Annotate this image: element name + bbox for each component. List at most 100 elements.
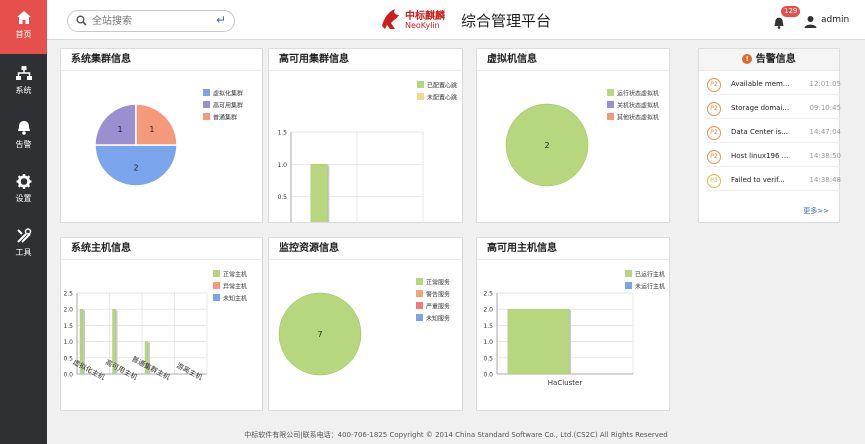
slice-value-label: 7 <box>317 330 322 339</box>
panel-title: 系统主机信息 <box>61 238 262 260</box>
pie-chart: 2 运行状态虚拟机关机状态虚拟机其他状态虚拟机 <box>505 89 659 187</box>
y-tick-label: 2.0 <box>483 307 493 314</box>
y-tick-label: 1.5 <box>63 323 73 330</box>
alert-time: 14:38:50 <box>809 152 841 160</box>
ha-cluster-panel: 高可用集群信息 0.00.51.01.5已运行集群未运行集群已配置心跳未配置心跳 <box>268 48 463 223</box>
more-link[interactable]: 更多>> <box>803 206 829 216</box>
slice-value-label: 1 <box>149 125 154 134</box>
alert-text: Available mem... <box>731 80 790 88</box>
bell-icon <box>774 17 784 29</box>
legend-item: 虚拟化集群 <box>203 89 243 98</box>
priority-icon: P2 <box>707 78 721 92</box>
alert-row[interactable]: P2 Available mem... 12:01:05 <box>707 75 841 95</box>
alert-row[interactable]: P2 Host linux196 ... 14:38:50 <box>707 147 841 167</box>
gear-icon <box>16 174 31 189</box>
legend-swatch <box>625 270 632 277</box>
monitor-panel: 监控资源信息 7 正常服务 警告服务 严重服务 未知服务 <box>268 237 463 411</box>
legend-swatch <box>213 294 220 301</box>
legend-label: 已运行主机 <box>635 271 665 279</box>
legend-item: 未知服务 <box>416 314 450 323</box>
nav-label: 告警 <box>15 140 32 149</box>
user-menu[interactable]: admin <box>804 14 854 30</box>
priority-icon: P2 <box>707 150 721 164</box>
alert-text: Host linux196 ... <box>731 152 789 160</box>
alerts-panel: ! 告警信息 P2 Available mem... 12:01:05 P2 Stora… <box>698 48 841 223</box>
bar[interactable] <box>507 309 570 375</box>
legend-swatch <box>625 282 632 289</box>
notification-badge: 129 <box>781 6 801 17</box>
pie-chart: 7 正常服务警告服务严重服务未知服务 <box>278 278 450 376</box>
y-tick-label: 2.0 <box>63 307 73 314</box>
legend-item: 异常主机 <box>213 282 247 291</box>
enter-icon[interactable]: ↵ <box>216 13 226 27</box>
legend-label: 已配置心跳 <box>427 82 457 90</box>
nav-settings[interactable]: 设置 <box>0 164 47 218</box>
bar[interactable] <box>310 164 328 222</box>
legend-swatch <box>416 302 423 309</box>
search-box[interactable]: ↵ <box>67 10 235 32</box>
alert-icon: ! <box>742 54 753 64</box>
alert-text: Storage domai... <box>731 104 790 112</box>
username: admin <box>821 15 850 25</box>
alert-time: 09:10:45 <box>809 104 841 112</box>
y-tick-label: 2.5 <box>483 291 493 298</box>
legend-swatch <box>213 270 220 277</box>
footer: 中标软件有限公司|联系电话：400-706-1825 Copyright © 2… <box>244 431 668 439</box>
y-tick-label: 2.5 <box>63 291 73 298</box>
legend-swatch <box>607 89 614 96</box>
pie-slice[interactable] <box>135 103 178 146</box>
bar-chart: 0.00.51.01.52.02.5虚拟化主机高可用主机普通集群主机 游离主机正常… <box>63 270 247 382</box>
y-tick-label: 1.0 <box>483 339 493 346</box>
alert-time: 14:38:48 <box>809 176 841 184</box>
home-icon <box>16 11 31 24</box>
legend-label: 未知主机 <box>223 295 247 303</box>
y-tick-label: 0.5 <box>483 355 493 362</box>
bar-chart: 0.0 0.5 1.0 1.5 2.0 2.5 HaCluster 已运行主机未运行主机 <box>483 270 665 387</box>
alert-text: Failed to verif... <box>731 176 785 184</box>
page-title: 综合管理平台 <box>461 12 552 30</box>
legend-item: 关机状态虚拟机 <box>607 101 659 110</box>
y-tick-label: 0.0 <box>63 372 73 379</box>
nav-label: 系统 <box>15 86 32 95</box>
nav-alarm[interactable]: 告警 <box>0 110 47 164</box>
y-tick-label: 1.0 <box>63 339 73 346</box>
nav-system[interactable]: 系统 <box>0 56 47 110</box>
legend-swatch <box>203 89 210 96</box>
priority-icon: P2 <box>707 126 721 140</box>
sitemap-icon <box>15 66 32 80</box>
legend-item: 普通集群 <box>203 113 237 122</box>
nav-tools[interactable]: 工具 <box>0 218 47 272</box>
slice-value-label: 1 <box>118 125 123 134</box>
panel-title: 高可用主机信息 <box>477 238 669 260</box>
bell-icon <box>17 121 30 135</box>
vm-info-panel: 虚拟机信息 2 运行状态虚拟机关机状态虚拟机其他状态虚拟机 <box>476 48 670 223</box>
slice-value-label: 2 <box>544 141 549 150</box>
legend-label: 正常主机 <box>223 271 247 279</box>
priority-icon: P2 <box>707 102 721 116</box>
alerts-header: ! 告警信息 <box>699 49 839 71</box>
legend-swatch <box>607 113 614 120</box>
alert-row[interactable]: P2 Data Center is... 14:47:04 <box>707 123 841 143</box>
legend-swatch <box>203 101 210 108</box>
kylin-logo-icon <box>382 9 399 29</box>
user-icon <box>804 16 817 28</box>
alert-text: Data Center is... <box>731 128 788 136</box>
pie-slice[interactable] <box>94 103 137 146</box>
y-tick-label: 0.5 <box>63 355 73 362</box>
alert-row[interactable]: P2 Storage domai... 09:10:45 <box>707 99 841 119</box>
legend-swatch <box>416 314 423 321</box>
legend-item: 已运行主机 <box>625 270 665 279</box>
legend-label: 运行状态虚拟机 <box>617 90 659 98</box>
alert-row[interactable]: P3 Failed to verif... 14:38:48 <box>707 171 841 191</box>
search-input[interactable] <box>92 13 212 29</box>
legend-item: 高可用集群 <box>203 101 243 110</box>
slice-value-label: 2 <box>133 164 138 173</box>
panel-title: 虚拟机信息 <box>477 49 669 71</box>
legend-swatch <box>203 113 210 120</box>
legend-label: 未配置心跳 <box>427 94 457 102</box>
legend-label: 其他状态虚拟机 <box>617 114 659 122</box>
nav-home[interactable]: 首页 <box>0 0 47 54</box>
panel-title: 告警信息 <box>755 54 796 65</box>
legend-item: 已配置心跳 <box>417 81 457 90</box>
notification-button[interactable]: 129 <box>773 6 801 32</box>
